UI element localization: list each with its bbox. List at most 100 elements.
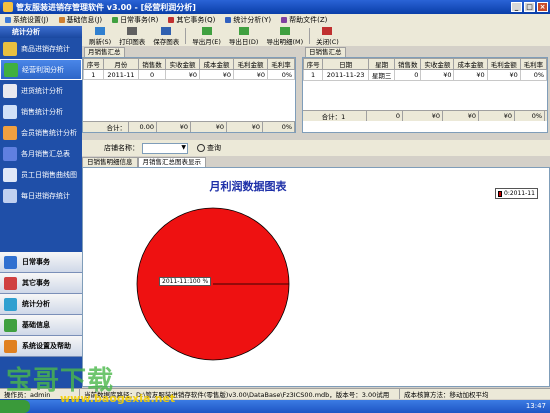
daily-footer-cost: ¥0 <box>443 111 479 121</box>
sidebar-group-label: 统计分析 <box>22 300 50 308</box>
toolbar-button-label: 打印图表 <box>119 37 146 46</box>
app-icon <box>3 2 13 12</box>
column-header[interactable]: 星期 <box>367 58 396 70</box>
column-header[interactable]: 日期 <box>322 58 369 70</box>
daily-summary-panel: 序号 日期 星期 销售数 实收金额 成本金额 毛利金额 毛利率 1 2011-11-23 星期三 0… <box>302 57 548 133</box>
toolbar-button[interactable]: 刷新(S) <box>85 26 115 46</box>
sidebar-group[interactable]: 日常事务 <box>0 252 82 273</box>
daily-footer-revenue: ¥0 <box>403 111 443 121</box>
group-icon <box>4 297 17 311</box>
sidebar-item[interactable]: 各月销售汇总表 <box>0 143 82 164</box>
query-button[interactable]: 查询 <box>197 143 221 153</box>
column-header[interactable]: 成本金额 <box>198 58 235 70</box>
column-header[interactable]: 毛利金额 <box>486 58 521 70</box>
sidebar-group[interactable]: 其它事务 <box>0 273 82 294</box>
menu-label: 基础信息(J) <box>66 16 103 24</box>
column-header[interactable]: 毛利率 <box>267 58 295 70</box>
toolbar-button[interactable]: 导出明细(M) <box>262 26 307 46</box>
sidebar-item[interactable]: 经营利润分析 <box>0 59 82 80</box>
start-button[interactable] <box>0 400 30 413</box>
tab[interactable]: 月销售汇总图表显示 <box>137 157 206 167</box>
table-row[interactable]: 1 2011-11 0 ¥0 ¥0 ¥0 0% <box>83 69 295 80</box>
sidebar-group[interactable]: 系统设置及帮助 <box>0 336 82 357</box>
table-cell: 2011-11 <box>102 69 140 80</box>
sidebar-item-label: 会员销售统计分析 <box>21 128 77 137</box>
sidebar-item[interactable]: 会员销售统计分析 <box>0 122 82 143</box>
store-name-select[interactable] <box>142 142 188 154</box>
menu-label: 系统设置(J) <box>13 16 49 24</box>
menu-icon <box>281 17 288 23</box>
sidebar-item[interactable]: 员工日销售曲线图 <box>0 164 82 185</box>
table-row[interactable]: 1 2011-11-23 星期三 0 ¥0 ¥0 ¥0 0% <box>302 69 548 81</box>
menu-item[interactable]: 帮助文件(Z) <box>276 15 332 25</box>
print-icon <box>127 26 138 35</box>
maximize-button[interactable]: □ <box>524 2 535 12</box>
monthly-footer-profit: ¥0 <box>227 122 263 132</box>
menu-item[interactable]: 其它事务(Q) <box>163 15 220 25</box>
toolbar-button[interactable]: 保存图表 <box>149 26 183 46</box>
monthly-summary-panel: 序号 月份 销售数 实收金额 成本金额 毛利金额 毛利率 1 2011-11 0 ¥0 ¥0 ¥0 0%… <box>82 57 296 133</box>
toolbar-button-label: 导出月(E) <box>192 37 221 46</box>
toolbar-button-label: 导出明细(M) <box>266 37 304 46</box>
calendar-icon <box>3 146 17 161</box>
title-bar: 管友服装进销存管理软件 v3.00 - [经营利润分析] _ □ × <box>0 0 550 14</box>
column-header[interactable]: 销售数 <box>394 58 422 70</box>
toolbar-button[interactable]: 关闭(C) <box>312 26 343 46</box>
refresh-icon <box>95 26 106 35</box>
close-window-button[interactable]: × <box>537 2 548 12</box>
menu-label: 日常事务(R) <box>120 16 159 24</box>
sidebar-group[interactable]: 统计分析 <box>0 294 82 315</box>
menu-item[interactable]: 基础信息(J) <box>54 15 108 25</box>
table-cell: 0 <box>394 69 422 81</box>
box-icon <box>3 41 17 56</box>
column-header[interactable]: 月份 <box>102 58 140 70</box>
menu-item[interactable]: 日常事务(R) <box>107 15 163 25</box>
column-header[interactable]: 实收金额 <box>420 58 455 70</box>
pie-data-label: 2011-11:100 % <box>159 277 212 286</box>
toolbar-button[interactable]: 打印图表 <box>115 26 149 46</box>
column-header[interactable]: 毛利率 <box>519 58 548 70</box>
close-icon <box>322 26 333 35</box>
table-cell: ¥0 <box>233 69 269 80</box>
money-icon <box>4 62 18 77</box>
menu-label: 其它事务(Q) <box>176 16 216 24</box>
toolbar-button[interactable]: 导出月(E) <box>188 26 225 46</box>
column-header[interactable]: 序号 <box>83 58 104 70</box>
tab[interactable]: 日销售明细信息 <box>82 157 138 167</box>
column-header[interactable]: 序号 <box>302 58 324 70</box>
monthly-footer: 合计： 0.00 ¥0 ¥0 ¥0 0% <box>83 121 295 132</box>
tab-daily-summary[interactable]: 日销售汇总 <box>305 47 346 57</box>
search-bar: 店铺名称： 查询 <box>82 140 550 156</box>
daily-icon <box>3 188 17 203</box>
toolbar-separator <box>309 28 311 44</box>
chart-icon <box>3 83 17 98</box>
menu-item[interactable]: 系统设置(J) <box>0 15 54 25</box>
column-header[interactable]: 实收金额 <box>164 58 200 70</box>
menu-label: 帮助文件(Z) <box>289 16 328 24</box>
minimize-button[interactable]: _ <box>511 2 522 12</box>
column-header[interactable]: 毛利金额 <box>233 58 269 70</box>
group-icon <box>4 276 17 290</box>
menu-item[interactable]: 统计分析(Y) <box>220 15 276 25</box>
column-header[interactable]: 销售数 <box>138 58 166 70</box>
column-header[interactable]: 成本金额 <box>453 58 488 70</box>
sidebar-item[interactable]: 每日进销存统计 <box>0 185 82 206</box>
toolbar-button[interactable]: 导出日(D) <box>225 26 263 46</box>
daily-footer-label: 合计：1 <box>303 111 367 121</box>
sidebar-item[interactable]: 商品进销存统计 <box>0 38 82 59</box>
monthly-summary-table: 序号 月份 销售数 实收金额 成本金额 毛利金额 毛利率 1 2011-11 0 ¥0 ¥0 ¥0 0% <box>83 58 295 80</box>
sidebar-item[interactable]: 销售统计分析 <box>0 101 82 122</box>
export-icon <box>238 26 249 35</box>
daily-footer-profit: ¥0 <box>479 111 515 121</box>
daily-footer-rate: 0% <box>515 111 545 121</box>
sidebar-header: 统计分析 <box>0 26 82 38</box>
sidebar: 统计分析 商品进销存统计 经营利润分析 进货统计分析 销售统计分析会员销售统计分析各月… <box>0 26 82 400</box>
sidebar-item[interactable]: 进货统计分析 <box>0 80 82 101</box>
menu-icon <box>168 17 175 23</box>
tab-monthly-summary[interactable]: 月销售汇总 <box>84 47 125 57</box>
chart-area: 月利润数据图表 0:2011-11 2011-11:100 % <box>82 167 550 387</box>
monthly-footer-qty: 0.00 <box>129 122 157 132</box>
daily-footer: 合计：1 0 ¥0 ¥0 ¥0 0% <box>303 110 547 121</box>
sidebar-group-label: 基础信息 <box>22 321 50 329</box>
sidebar-group[interactable]: 基础信息 <box>0 315 82 336</box>
